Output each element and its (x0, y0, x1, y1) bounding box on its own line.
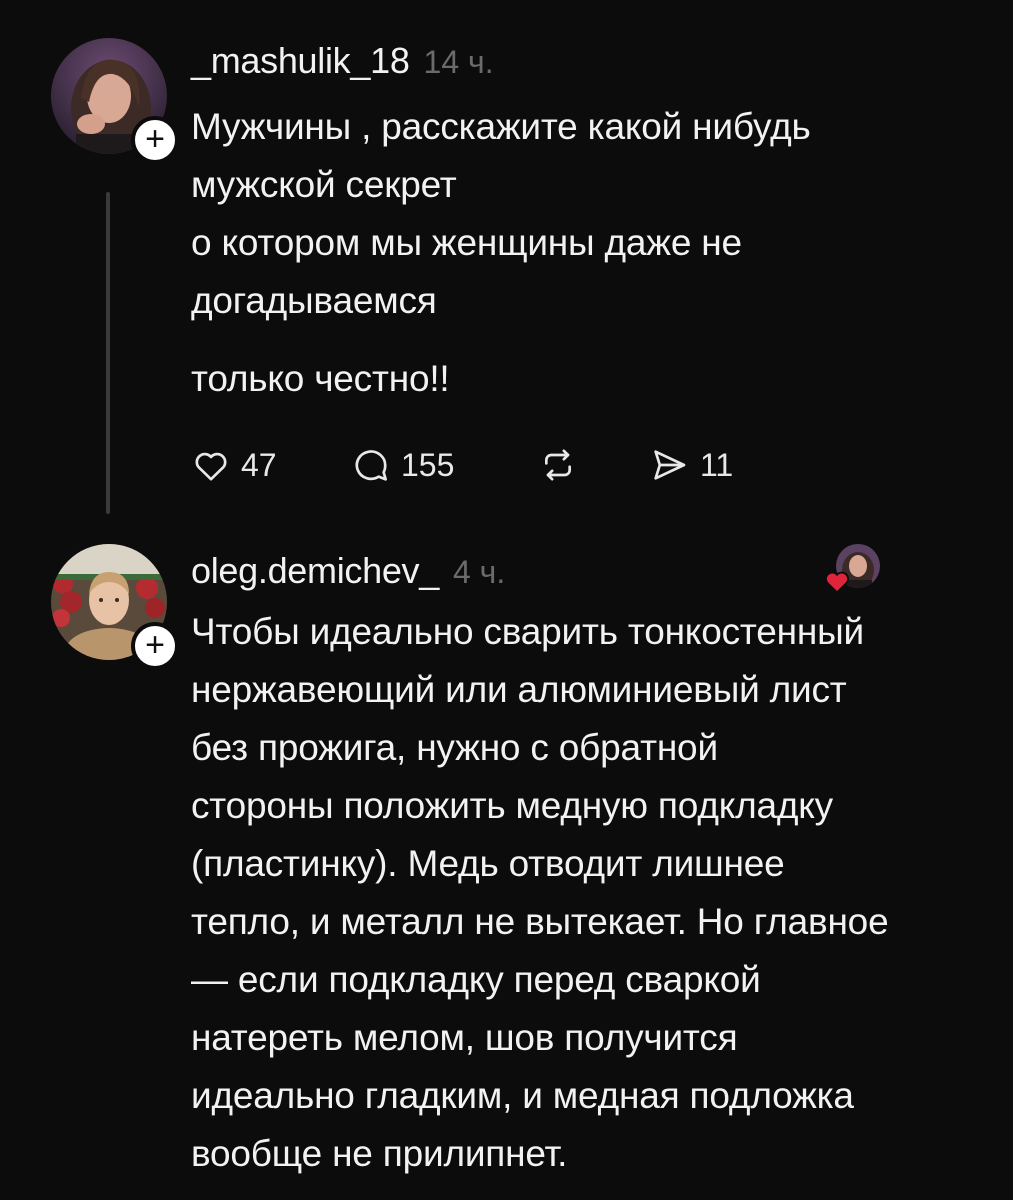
repost-button[interactable] (536, 445, 648, 485)
post-paragraph: только честно!! (191, 358, 450, 399)
author-avatar-wrap[interactable]: + (51, 544, 179, 670)
send-icon (654, 450, 686, 480)
like-button[interactable]: 47 (191, 445, 351, 485)
username[interactable]: _mashulik_18 (191, 40, 410, 82)
share-button[interactable]: 11 (648, 445, 733, 485)
heart-outline-icon (195, 452, 227, 481)
liked-by-author (825, 544, 882, 600)
timestamp: 14 ч. (423, 44, 494, 80)
comment-button[interactable]: 155 (351, 445, 536, 485)
plus-icon: + (145, 120, 165, 158)
repost-icon (545, 449, 571, 481)
heart-filled-icon (825, 571, 849, 594)
share-count: 11 (700, 446, 734, 483)
post-header: oleg.demichev_ 4 ч. (191, 550, 505, 592)
post-paragraph: Чтобы идеально сварить тонкостенный нерж… (191, 611, 889, 1174)
post-header: _mashulik_18 14 ч. (191, 40, 494, 82)
follow-button[interactable]: + (131, 622, 179, 670)
plus-icon: + (145, 626, 165, 664)
post-actions: 47 155 11 (191, 440, 733, 490)
post-text: Чтобы идеально сварить тонкостенный нерж… (191, 603, 991, 1183)
comment-bubble-icon (355, 450, 387, 481)
thread-line (106, 192, 110, 514)
like-count: 47 (241, 446, 277, 483)
post-text: Мужчины , расскажите какой нибудь мужско… (191, 98, 991, 408)
comment-count: 155 (401, 446, 455, 483)
post-paragraph: Мужчины , расскажите какой нибудь мужско… (191, 106, 811, 321)
username[interactable]: oleg.demichev_ (191, 550, 439, 592)
timestamp: 4 ч. (452, 554, 506, 590)
author-avatar-wrap[interactable]: + (51, 38, 179, 164)
follow-button[interactable]: + (131, 116, 179, 164)
